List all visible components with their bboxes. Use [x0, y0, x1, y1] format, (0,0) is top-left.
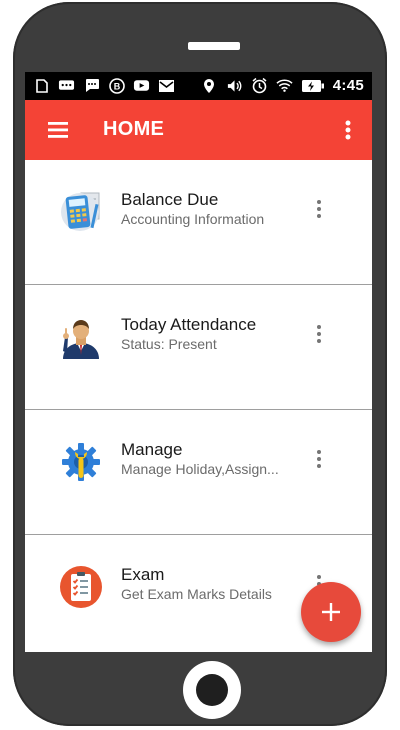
card-today-attendance[interactable]: Today Attendance Status: Present	[25, 285, 372, 410]
card-balance-due[interactable]: Balance Due Accounting Information	[25, 160, 372, 285]
status-time: 4:45	[332, 77, 364, 94]
more-vert-icon	[317, 325, 321, 343]
vibrate-icon	[226, 77, 243, 94]
add-icon	[322, 603, 340, 621]
gmail-icon	[158, 77, 175, 94]
phone-speaker	[188, 42, 240, 50]
student-icon	[59, 315, 103, 359]
exam-checklist-icon	[59, 565, 103, 609]
app-bar: HOME	[25, 100, 372, 160]
sim-icon	[33, 77, 50, 94]
card-list: Balance Due Accounting Information Today…	[25, 160, 372, 652]
alarm-icon	[251, 77, 268, 94]
message-icon	[83, 77, 100, 94]
calculator-icon	[59, 190, 103, 234]
card-more-button[interactable]	[311, 198, 327, 220]
hamburger-icon	[48, 122, 68, 138]
phone-home-button[interactable]	[183, 661, 241, 719]
card-title: Manage	[121, 440, 183, 459]
card-title: Exam	[121, 565, 165, 584]
card-subtitle: Status: Present	[121, 336, 217, 352]
status-bar-left-icons: B	[33, 77, 175, 94]
status-bar-right-icons: 4:45	[201, 77, 364, 94]
more-vert-icon	[317, 200, 321, 218]
card-subtitle: Get Exam Marks Details	[121, 586, 272, 602]
card-manage[interactable]: Manage Manage Holiday,Assign...	[25, 410, 372, 535]
card-more-button[interactable]	[311, 323, 327, 345]
battery-charging-icon	[301, 77, 325, 94]
status-bar: B 4:45	[25, 72, 372, 100]
youtube-icon	[133, 77, 150, 94]
overflow-menu-button[interactable]	[338, 116, 358, 144]
phone-screen: B 4:45 HOME Balance Due Accounting Infor…	[25, 72, 372, 652]
card-subtitle: Manage Holiday,Assign...	[121, 461, 279, 477]
card-more-button[interactable]	[311, 448, 327, 470]
card-subtitle: Accounting Information	[121, 211, 265, 227]
svg-text:B: B	[113, 81, 120, 91]
chat-icon	[58, 77, 75, 94]
settings-wrench-icon	[59, 440, 103, 484]
location-icon	[201, 77, 218, 94]
menu-button[interactable]	[45, 116, 73, 144]
more-vert-icon	[345, 120, 351, 140]
page-title: HOME	[103, 118, 165, 140]
add-fab-button[interactable]	[301, 582, 361, 642]
more-vert-icon	[317, 450, 321, 468]
wifi-icon	[276, 77, 293, 94]
card-title: Balance Due	[121, 190, 219, 209]
card-title: Today Attendance	[121, 315, 257, 334]
b-icon: B	[108, 77, 125, 94]
